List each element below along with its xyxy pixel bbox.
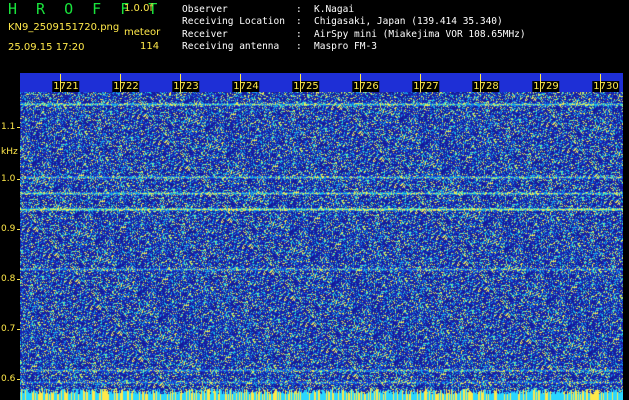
time-tick-label: 1722 — [112, 81, 140, 92]
observation-mode: meteor — [124, 27, 161, 38]
info-row-location: Receiving Location: Chigasaki, Japan (139… — [182, 16, 526, 28]
time-tick-label: 1730 — [592, 81, 620, 92]
time-tick-mark — [60, 74, 61, 92]
frequency-tick-label: 0.9 — [1, 224, 16, 234]
info-value: K.Nagai — [314, 4, 355, 15]
meteor-count: 114 — [140, 41, 160, 52]
time-tick-label: 1729 — [532, 81, 560, 92]
info-separator: : — [296, 16, 302, 28]
header-panel: H R O F F T 1.0.0f KN9_2509151720.png me… — [0, 0, 629, 73]
info-separator: : — [296, 28, 302, 40]
info-separator: : — [296, 40, 302, 52]
image-filename: KN9_2509151720.png — [8, 22, 120, 33]
time-tick-label: 1725 — [292, 81, 320, 92]
frequency-tick-label: 1.0 — [1, 174, 16, 184]
frequency-tick-label: 0.8 — [1, 274, 16, 284]
time-tick-mark — [180, 74, 181, 92]
time-tick-mark — [120, 74, 121, 92]
spectrogram-image — [20, 92, 623, 400]
info-row-observer: Observer: K.Nagai — [182, 4, 526, 16]
info-row-receiver: Receiver: AirSpy mini (Miakejima VOR 108.… — [182, 29, 526, 41]
time-tick-mark — [480, 74, 481, 92]
frequency-unit: kHz — [1, 147, 18, 157]
time-tick-mark — [600, 74, 601, 92]
observation-datetime: 25.09.15 17:20 — [8, 42, 85, 53]
info-label: Receiving antenna — [182, 40, 280, 52]
time-tick-label: 1723 — [172, 81, 200, 92]
frequency-tick-label: 1.1 — [1, 122, 16, 132]
app-version: 1.0.0f — [124, 3, 153, 14]
time-tick-label: 1724 — [232, 81, 260, 92]
time-tick-mark — [540, 74, 541, 92]
frequency-tick-label: 0.6 — [1, 374, 16, 384]
time-tick-mark — [420, 74, 421, 92]
info-value: Chigasaki, Japan (139.414 35.340) — [314, 16, 503, 28]
time-tick-mark — [360, 74, 361, 92]
info-separator: : — [296, 4, 302, 15]
time-tick-label: 1727 — [412, 81, 440, 92]
frequency-tick-label: 0.7 — [1, 324, 16, 334]
time-tick-label: 1726 — [352, 81, 380, 92]
time-tick-label: 1728 — [472, 81, 500, 92]
time-tick-mark — [240, 74, 241, 92]
info-label: Observer — [182, 4, 228, 15]
station-info: Observer: K.Nagai Receiving Location: Chig… — [182, 4, 526, 53]
info-label: Receiver — [182, 28, 228, 40]
info-value: AirSpy mini (Miakejima VOR 108.65MHz) — [314, 28, 526, 40]
info-value: Maspro FM-3 — [314, 40, 377, 52]
time-tick-mark — [300, 74, 301, 92]
time-tick-label: 1721 — [52, 81, 80, 92]
info-label: Receiving Location — [182, 16, 285, 28]
frequency-axis: kHz 1.1 1.0 0.9 0.8 0.7 0.6 — [0, 73, 21, 400]
info-row-antenna: Receiving antenna: Maspro FM-3 — [182, 41, 526, 53]
time-axis: 1721 1722 1723 1724 1725 1726 1727 1728 1729 1730 — [0, 73, 629, 93]
